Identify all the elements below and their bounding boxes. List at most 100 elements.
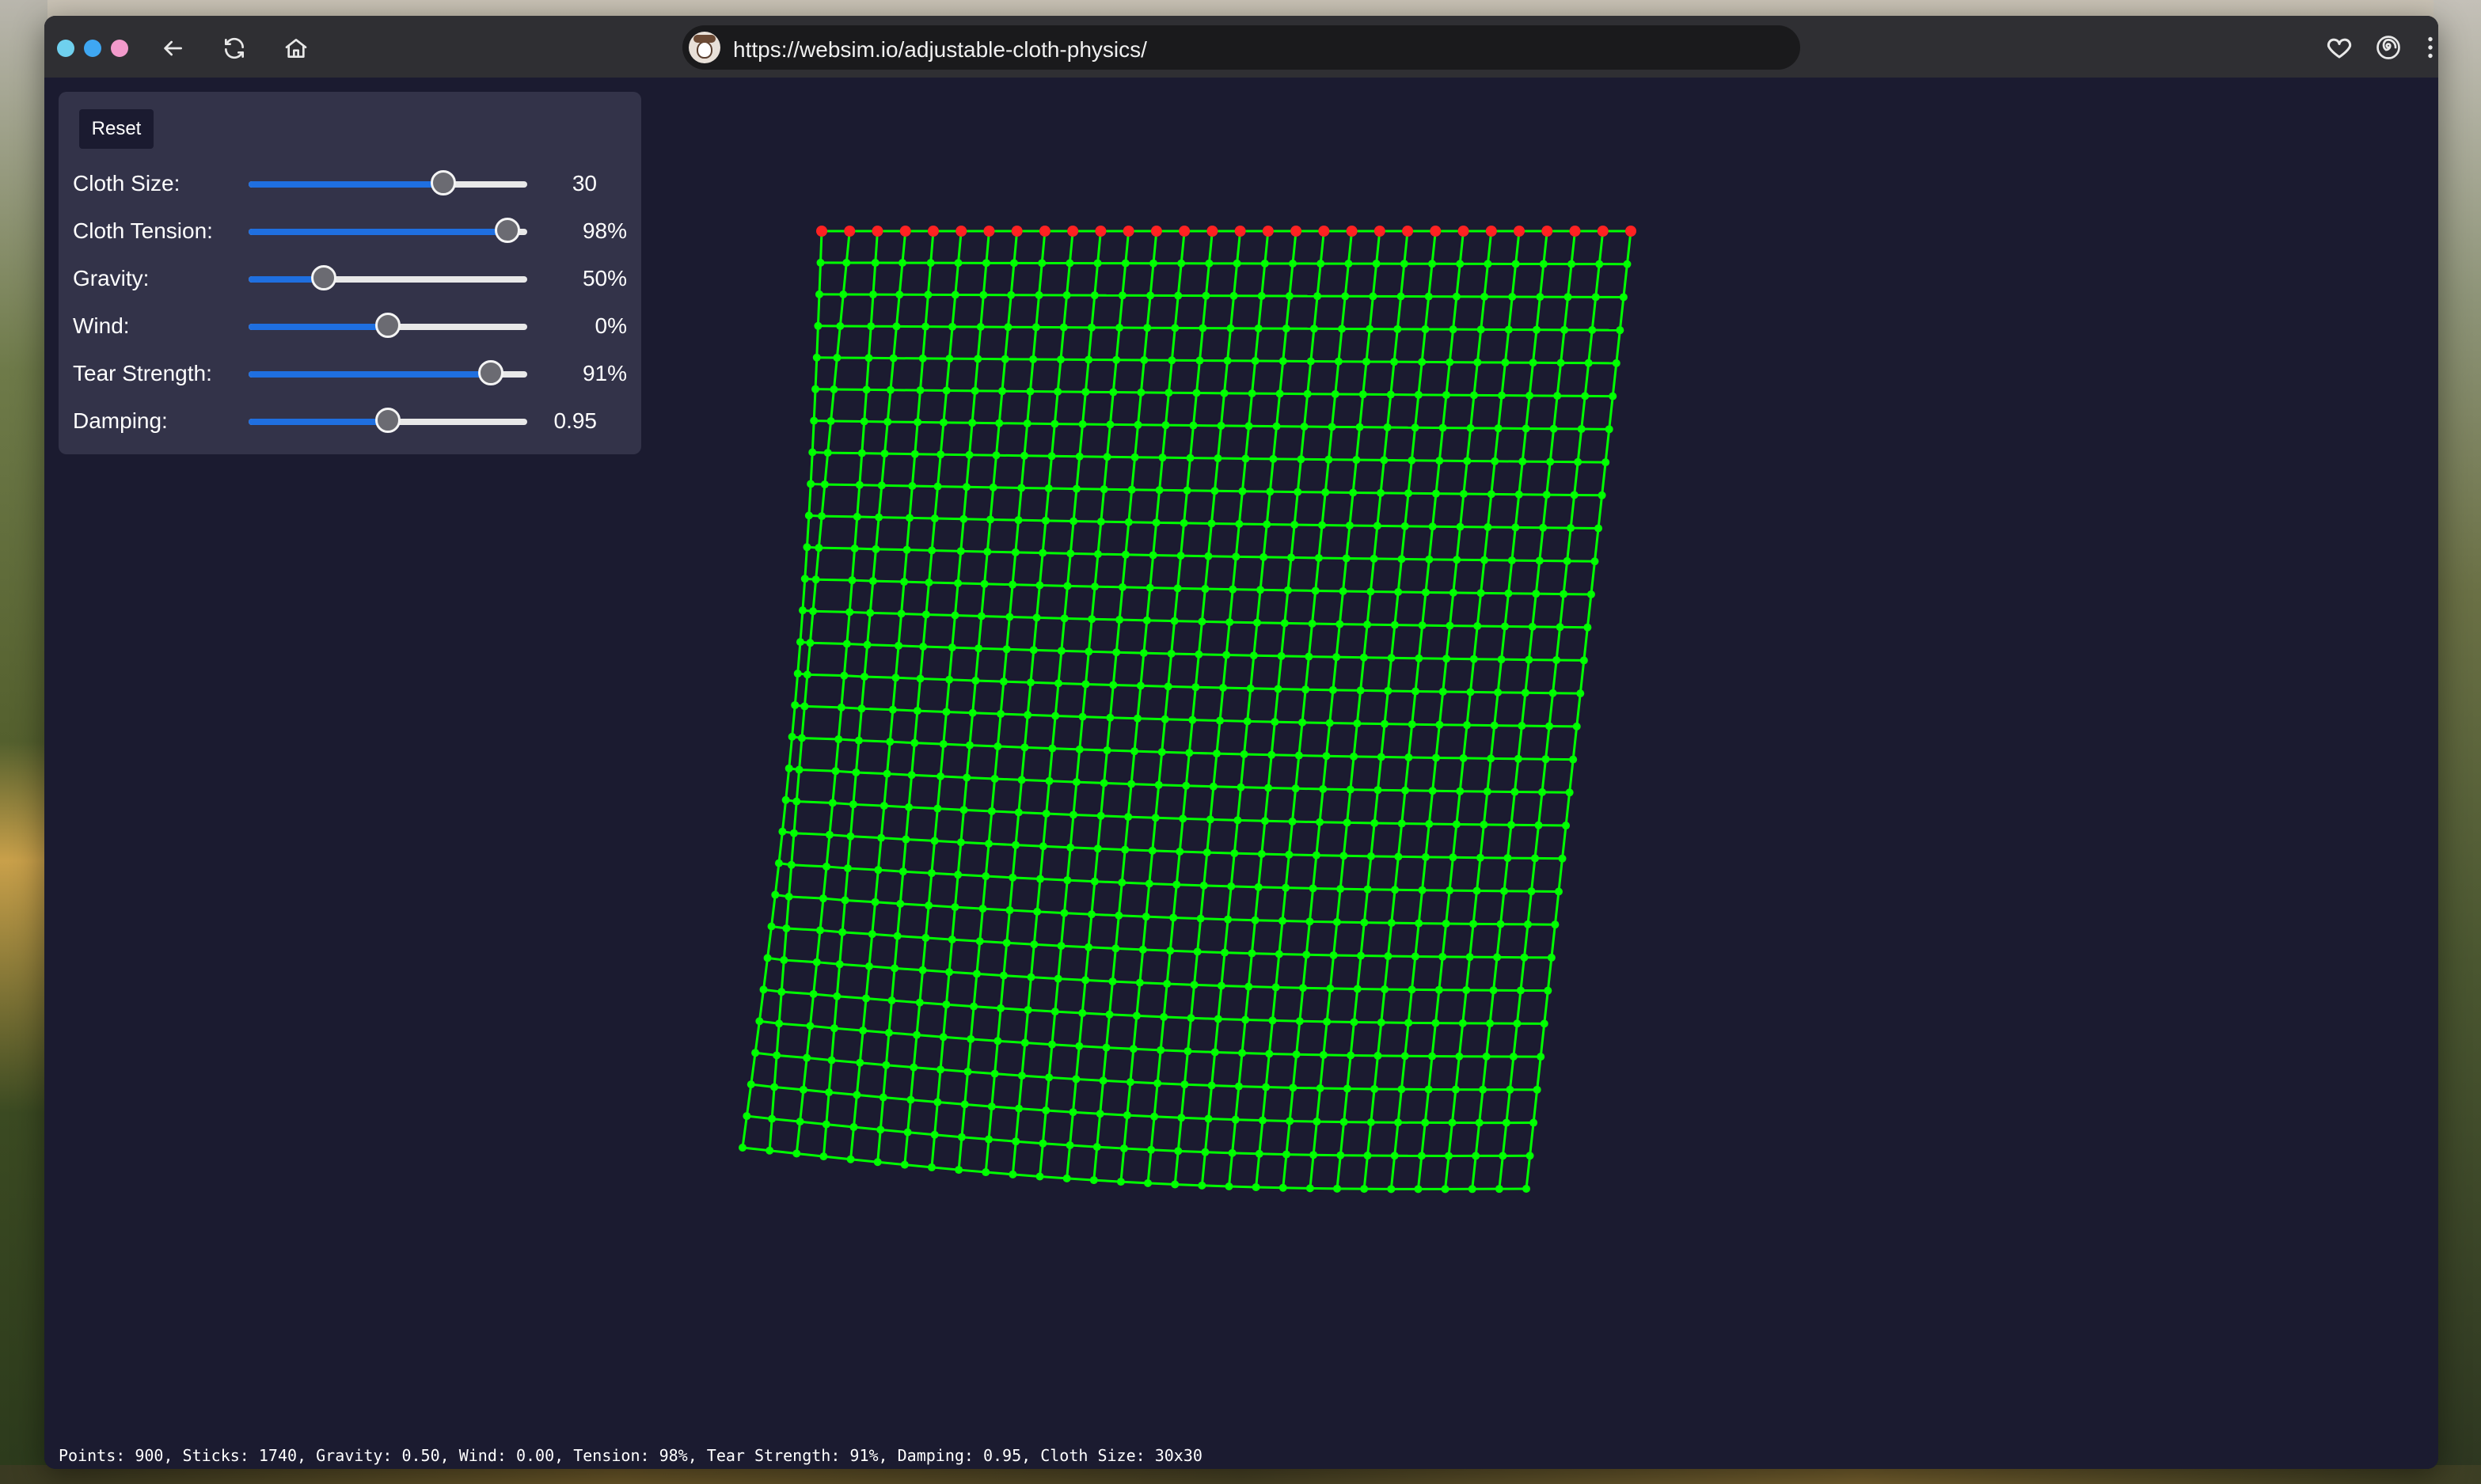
cloth-point[interactable]: [1164, 682, 1172, 691]
cloth-point[interactable]: [1529, 359, 1537, 367]
cloth-point[interactable]: [1088, 615, 1096, 624]
cloth-point[interactable]: [1313, 1118, 1321, 1126]
cloth-point[interactable]: [1251, 357, 1259, 366]
cloth-point[interactable]: [1254, 882, 1263, 891]
cloth-point[interactable]: [1328, 423, 1336, 431]
cloth-point[interactable]: [975, 937, 984, 946]
cloth-point[interactable]: [1393, 325, 1402, 333]
cloth-point[interactable]: [1594, 524, 1603, 533]
cloth-point[interactable]: [1161, 421, 1170, 430]
cloth-point[interactable]: [1305, 652, 1313, 661]
cloth-point[interactable]: [1560, 590, 1568, 598]
cloth-point[interactable]: [1130, 453, 1139, 461]
cloth-point[interactable]: [1384, 686, 1392, 695]
cloth-point[interactable]: [1400, 1052, 1409, 1061]
cloth-point[interactable]: [933, 482, 942, 491]
cloth-point[interactable]: [1214, 1015, 1222, 1023]
cloth-point[interactable]: [1400, 522, 1409, 530]
cloth-point[interactable]: [827, 1056, 836, 1065]
cloth-point[interactable]: [1252, 1182, 1260, 1191]
cloth-point[interactable]: [942, 708, 951, 716]
cloth-point[interactable]: [982, 1168, 990, 1177]
cloth-point[interactable]: [1190, 981, 1199, 989]
cloth-point[interactable]: [1449, 853, 1457, 862]
cloth-point[interactable]: [945, 355, 954, 363]
cloth-point[interactable]: [1001, 355, 1009, 363]
cloth-point[interactable]: [918, 354, 927, 362]
cloth-point[interactable]: [1234, 1082, 1243, 1091]
cloth-point[interactable]: [1185, 749, 1194, 757]
cloth-point[interactable]: [1026, 678, 1035, 687]
cloth-point[interactable]: [997, 387, 1006, 396]
cloth-point[interactable]: [975, 644, 983, 653]
cloth-point[interactable]: [913, 707, 921, 715]
cloth-point[interactable]: [806, 639, 815, 647]
cloth-point[interactable]: [1311, 586, 1320, 595]
cloth-point[interactable]: [1009, 259, 1018, 268]
cloth-point[interactable]: [954, 259, 963, 268]
cloth-point[interactable]: [1506, 1085, 1514, 1094]
cloth-point[interactable]: [1235, 519, 1244, 528]
cloth-point[interactable]: [1313, 292, 1322, 301]
cloth-point[interactable]: [1595, 260, 1604, 268]
cloth-point[interactable]: [992, 451, 1001, 460]
cloth-point[interactable]: [1062, 291, 1071, 300]
cloth-point[interactable]: [1035, 290, 1043, 299]
cloth-point[interactable]: [780, 956, 788, 965]
cloth-point[interactable]: [871, 898, 880, 906]
cloth-point[interactable]: [1136, 681, 1145, 690]
cloth-point[interactable]: [1201, 1148, 1210, 1156]
cloth-point[interactable]: [1137, 388, 1146, 397]
cloth-point[interactable]: [1309, 884, 1317, 893]
pinned-point[interactable]: [1625, 226, 1636, 237]
cloth-point[interactable]: [1408, 456, 1416, 465]
cloth-point[interactable]: [1343, 818, 1351, 827]
cloth-point[interactable]: [1103, 453, 1111, 461]
cloth-point[interactable]: [773, 1051, 781, 1060]
cloth-point[interactable]: [1015, 1104, 1024, 1113]
cloth-point[interactable]: [1091, 583, 1100, 591]
cloth-point[interactable]: [1522, 424, 1530, 433]
cloth-point[interactable]: [1562, 822, 1571, 830]
cloth-point[interactable]: [1331, 390, 1339, 399]
cloth-point[interactable]: [933, 1098, 942, 1106]
cloth-point[interactable]: [1507, 556, 1516, 565]
reset-button[interactable]: Reset: [79, 109, 154, 149]
cloth-point[interactable]: [1205, 259, 1214, 268]
cloth-point[interactable]: [1424, 292, 1433, 301]
cloth-point[interactable]: [1569, 755, 1578, 764]
cloth-point[interactable]: [836, 321, 845, 330]
cloth-point[interactable]: [1155, 486, 1164, 495]
cloth-point[interactable]: [1446, 358, 1454, 366]
cloth-point[interactable]: [1004, 323, 1013, 332]
cloth-point[interactable]: [1009, 873, 1017, 882]
cloth-point[interactable]: [892, 322, 901, 331]
cloth-point[interactable]: [900, 578, 909, 586]
cloth-point[interactable]: [937, 772, 945, 780]
cloth-point[interactable]: [994, 742, 1002, 750]
cloth-point[interactable]: [1472, 886, 1481, 895]
cloth-point[interactable]: [859, 1027, 868, 1035]
cloth-point[interactable]: [1249, 651, 1258, 660]
cloth-point[interactable]: [1484, 260, 1492, 268]
cloth-point[interactable]: [1054, 679, 1063, 688]
pinned-point[interactable]: [1123, 226, 1134, 237]
cloth-point[interactable]: [864, 962, 873, 970]
cloth-point[interactable]: [1142, 616, 1151, 624]
cloth-point[interactable]: [1469, 920, 1478, 928]
cloth-point[interactable]: [1283, 586, 1292, 594]
cloth-point[interactable]: [1448, 1118, 1457, 1127]
cloth-point[interactable]: [842, 258, 851, 267]
cloth-point[interactable]: [1051, 712, 1060, 720]
tear-strength-slider[interactable]: [249, 360, 527, 385]
cloth-point[interactable]: [852, 768, 861, 776]
cloth-point[interactable]: [1518, 722, 1526, 731]
cloth-point[interactable]: [1394, 587, 1403, 596]
cloth-point[interactable]: [895, 290, 904, 299]
cloth-point[interactable]: [976, 323, 985, 332]
cloth-point[interactable]: [1421, 325, 1430, 334]
cloth-point[interactable]: [1002, 645, 1011, 654]
cloth-point[interactable]: [1024, 1006, 1032, 1015]
cloth-point[interactable]: [1558, 854, 1567, 863]
cloth-point[interactable]: [1321, 488, 1330, 497]
